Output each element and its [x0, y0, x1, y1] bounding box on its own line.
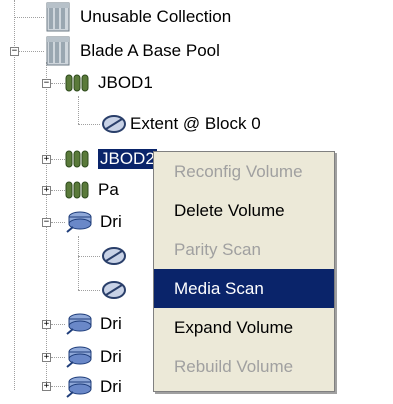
tree-line	[14, 0, 15, 390]
extent-disk-icon	[102, 281, 126, 299]
tree-node-jbod2[interactable]: JBOD2	[64, 142, 157, 176]
pool-stack-icon	[46, 2, 70, 32]
tree-line	[78, 96, 79, 124]
tree-node-jbod1[interactable]: JBOD1	[64, 66, 153, 100]
menu-item-expand-volume[interactable]: Expand Volume	[154, 308, 334, 347]
tree-node-base-pool[interactable]: Blade A Base Pool	[44, 34, 220, 68]
drive-icon	[66, 346, 92, 368]
tree-line	[51, 159, 65, 160]
jbod-icon	[65, 150, 89, 168]
tree-node-drive-volume[interactable]: Dri	[64, 340, 122, 374]
tree-line	[51, 357, 65, 358]
drive-icon	[66, 376, 92, 398]
tree-node-label: Dri	[100, 212, 122, 231]
collapse-toggle[interactable]: −	[10, 47, 19, 56]
menu-item-media-scan[interactable]: Media Scan	[154, 269, 334, 308]
extent-disk-icon	[102, 247, 126, 265]
tree-line	[78, 290, 100, 291]
collapse-toggle[interactable]: −	[42, 79, 51, 88]
tree-node-drive-volume[interactable]: Dri	[64, 307, 122, 341]
tree-node-label: Dri	[100, 347, 122, 366]
menu-item-delete-volume[interactable]: Delete Volume	[154, 191, 334, 230]
tree-node-label: Dri	[100, 314, 122, 333]
pool-stack-icon	[46, 36, 70, 66]
menu-item-reconfig-volume[interactable]: Reconfig Volume	[154, 152, 334, 191]
tree-node-extent[interactable]	[100, 273, 134, 307]
drive-icon	[66, 211, 92, 233]
jbod-icon	[65, 74, 89, 92]
tree-node-extent[interactable]	[100, 239, 134, 273]
drive-icon	[66, 313, 92, 335]
expand-toggle[interactable]: +	[42, 155, 51, 164]
tree-node-label: Extent @ Block 0	[130, 114, 261, 133]
expand-toggle[interactable]: +	[42, 353, 51, 362]
tree-line	[14, 17, 44, 18]
tree-node-label: JBOD1	[98, 73, 153, 92]
jbod-icon	[65, 181, 89, 199]
tree-line	[51, 190, 65, 191]
extent-disk-icon	[102, 115, 126, 133]
tree-line	[51, 83, 65, 84]
tree-node-extent[interactable]: Extent @ Block 0	[100, 107, 261, 141]
tree-node-label: Dri	[100, 377, 122, 396]
tree-node-drive-volume[interactable]: Dri	[64, 370, 122, 404]
tree-line	[78, 236, 79, 290]
menu-item-rebuild-volume[interactable]: Rebuild Volume	[154, 347, 334, 386]
tree-line	[51, 324, 65, 325]
expand-toggle[interactable]: +	[42, 186, 51, 195]
tree-line	[78, 256, 100, 257]
tree-node-label: Pa	[98, 180, 119, 199]
tree-line	[51, 386, 65, 387]
tree-line	[51, 222, 65, 223]
tree-node-label: Blade A Base Pool	[80, 41, 220, 60]
tree-line	[19, 51, 44, 52]
tree-line	[78, 124, 100, 125]
tree-node-label: JBOD2	[98, 149, 157, 169]
tree-node-parity[interactable]: Pa	[64, 173, 119, 207]
context-menu: Reconfig Volume Delete Volume Parity Sca…	[153, 151, 335, 392]
tree-node-unusable-collection[interactable]: Unusable Collection	[44, 0, 231, 34]
menu-item-parity-scan[interactable]: Parity Scan	[154, 230, 334, 269]
tree-node-drive-volume[interactable]: Dri	[64, 205, 122, 239]
collapse-toggle[interactable]: −	[42, 218, 51, 227]
tree-node-label: Unusable Collection	[80, 7, 232, 26]
expand-toggle[interactable]: +	[42, 320, 51, 329]
